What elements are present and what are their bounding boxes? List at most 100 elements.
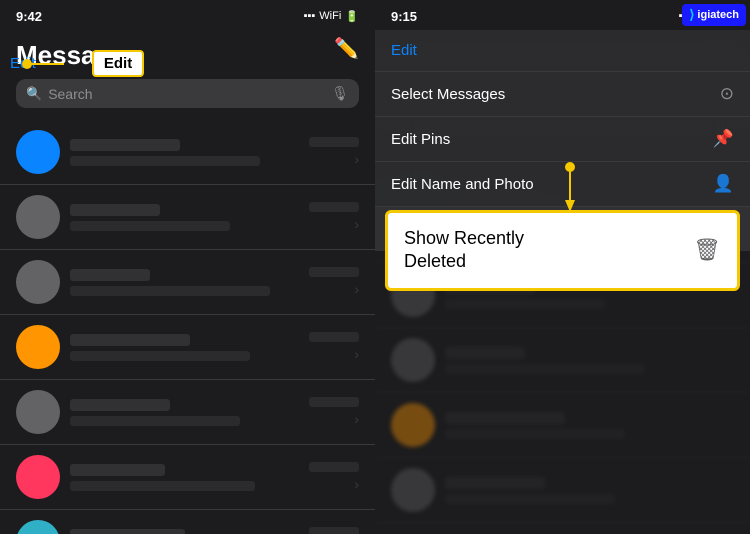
annotation-dot-left — [22, 59, 32, 69]
right-bg-item-4 — [375, 393, 750, 458]
msg-name-2 — [70, 204, 160, 216]
msg-meta-4: › — [309, 332, 359, 362]
right-bg-item-5 — [375, 458, 750, 523]
signal-icon: ▪▪▪ — [304, 10, 316, 22]
message-list: › › › — [0, 120, 375, 534]
msg-text-5 — [70, 416, 240, 426]
message-item-4[interactable]: › — [0, 315, 375, 380]
right-text-5 — [445, 494, 615, 504]
message-item-1[interactable]: › — [0, 120, 375, 185]
left-panel: 9:42 ▪▪▪ WiFi 🔋 Edit Edit ✏️ Messages 🔍 … — [0, 0, 375, 534]
msg-meta-6: › — [309, 462, 359, 492]
dropdown-edit-label: Edit — [391, 42, 417, 59]
msg-time-1 — [309, 137, 359, 147]
right-text-4 — [445, 429, 625, 439]
right-avatar-4 — [391, 403, 435, 447]
compose-button[interactable]: ✏️ — [334, 36, 359, 61]
msg-content-6 — [70, 464, 299, 491]
search-input[interactable]: Search — [48, 86, 325, 102]
left-status-icons: ▪▪▪ WiFi 🔋 — [304, 10, 359, 23]
select-messages-label: Select Messages — [391, 86, 505, 103]
logo-icon: ⟩ — [689, 7, 694, 23]
message-item-6[interactable]: › — [0, 445, 375, 510]
right-msg-4 — [445, 412, 734, 439]
logo-text: igiatech — [697, 9, 739, 21]
chevron-6: › — [354, 476, 359, 492]
message-item-3[interactable]: › — [0, 250, 375, 315]
msg-name-7 — [70, 529, 185, 534]
right-bg-item-3 — [375, 328, 750, 393]
checkmark-icon: ⊙ — [720, 84, 734, 104]
msg-name-6 — [70, 464, 165, 476]
message-item-7[interactable]: TS › — [0, 510, 375, 534]
edit-annotation: Edit Edit — [10, 50, 144, 77]
battery-icon: 🔋 — [345, 10, 359, 23]
msg-name-5 — [70, 399, 170, 411]
avatar-7: TS — [16, 520, 60, 534]
msg-time-5 — [309, 397, 359, 407]
msg-name-3 — [70, 269, 150, 281]
msg-content-4 — [70, 334, 299, 361]
left-header: Edit Edit ✏️ — [0, 28, 375, 40]
avatar-1 — [16, 130, 60, 174]
left-status-time: 9:42 — [16, 9, 42, 24]
left-status-bar: 9:42 ▪▪▪ WiFi 🔋 — [0, 0, 375, 28]
msg-time-2 — [309, 202, 359, 212]
right-avatar-5 — [391, 468, 435, 512]
highlighted-show-recently-deleted-box: Show RecentlyDeleted 🗑 — [385, 210, 740, 291]
highlighted-show-recently-deleted-text: Show RecentlyDeleted — [404, 227, 524, 274]
avatar-4 — [16, 325, 60, 369]
trash-highlight-icon: 🗑 — [693, 237, 721, 263]
right-msg-5 — [445, 477, 734, 504]
logo: ⟩ igiatech — [682, 4, 746, 26]
msg-text-4 — [70, 351, 250, 361]
chevron-3: › — [354, 281, 359, 297]
dropdown-select-messages[interactable]: Select Messages ⊙ — [375, 72, 750, 117]
right-name-4 — [445, 412, 565, 424]
msg-name-1 — [70, 139, 180, 151]
chevron-2: › — [354, 216, 359, 232]
msg-meta-3: › — [309, 267, 359, 297]
message-item-2[interactable]: › — [0, 185, 375, 250]
right-name-5 — [445, 477, 545, 489]
avatar-6 — [16, 455, 60, 499]
msg-time-7 — [309, 527, 359, 534]
edit-annotation-box: Edit — [92, 50, 144, 77]
mic-icon: 🎙 — [331, 85, 349, 102]
msg-text-6 — [70, 481, 255, 491]
msg-text-2 — [70, 221, 230, 231]
dropdown-edit-pins[interactable]: Edit Pins 📌 — [375, 117, 750, 162]
annotation-arrow-right — [560, 162, 620, 212]
avatar-3 — [16, 260, 60, 304]
search-icon: 🔍 — [26, 86, 42, 102]
edit-pins-label: Edit Pins — [391, 131, 450, 148]
chevron-4: › — [354, 346, 359, 362]
right-msg-3 — [445, 347, 734, 374]
msg-text-1 — [70, 156, 260, 166]
right-avatar-3 — [391, 338, 435, 382]
right-text-3 — [445, 364, 645, 374]
dropdown-edit: Edit — [375, 30, 750, 72]
msg-time-6 — [309, 462, 359, 472]
msg-name-4 — [70, 334, 190, 346]
msg-content-5 — [70, 399, 299, 426]
right-status-time: 9:15 — [391, 9, 417, 24]
msg-content-3 — [70, 269, 299, 296]
msg-content-7 — [70, 529, 299, 534]
right-text-2 — [445, 299, 605, 309]
wifi-icon: WiFi — [319, 10, 341, 22]
edit-name-photo-label: Edit Name and Photo — [391, 176, 534, 193]
msg-meta-2: › — [309, 202, 359, 232]
chevron-1: › — [354, 151, 359, 167]
message-item-5[interactable]: › — [0, 380, 375, 445]
search-bar[interactable]: 🔍 Search 🎙 — [16, 79, 359, 108]
msg-time-4 — [309, 332, 359, 342]
msg-content-1 — [70, 139, 299, 166]
msg-meta-7: › — [309, 527, 359, 534]
msg-time-3 — [309, 267, 359, 277]
pin-icon: 📌 — [713, 129, 734, 149]
avatar-5 — [16, 390, 60, 434]
person-icon: 👤 — [713, 174, 734, 194]
msg-meta-1: › — [309, 137, 359, 167]
msg-meta-5: › — [309, 397, 359, 427]
